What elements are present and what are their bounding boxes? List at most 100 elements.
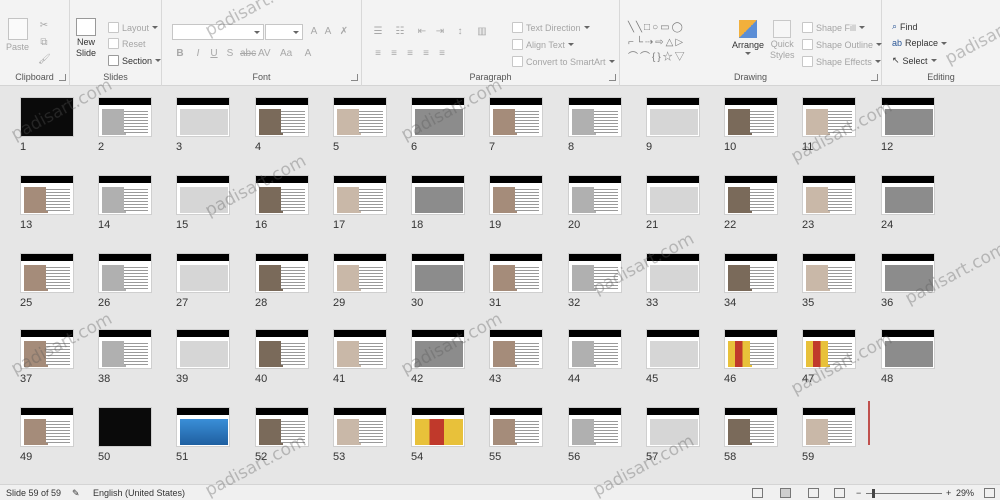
slide-thumbnail[interactable] xyxy=(176,253,230,293)
strikethrough-icon[interactable]: abc xyxy=(240,48,256,60)
shape-fill-button[interactable]: Shape Fill xyxy=(802,22,866,33)
slide-thumbnail[interactable] xyxy=(98,407,152,447)
drawing-launcher-icon[interactable] xyxy=(871,74,878,81)
slide-thumbnail[interactable] xyxy=(98,97,152,137)
text-direction-button[interactable]: Text Direction xyxy=(512,22,590,33)
zoom-out-icon[interactable]: − xyxy=(856,488,861,498)
slide-thumbnail[interactable] xyxy=(411,407,465,447)
clear-formatting-icon[interactable]: ✗ xyxy=(338,26,350,38)
font-size-combo[interactable] xyxy=(265,24,303,40)
italic-icon[interactable]: I xyxy=(192,48,204,60)
slide-thumbnail[interactable] xyxy=(802,97,856,137)
slide-thumbnail[interactable] xyxy=(176,97,230,137)
slide-thumbnail[interactable] xyxy=(255,253,309,293)
slide-thumbnail[interactable] xyxy=(255,175,309,215)
slide-thumbnail[interactable] xyxy=(568,329,622,369)
slide-thumbnail[interactable] xyxy=(98,329,152,369)
slide-thumbnail[interactable] xyxy=(489,253,543,293)
distributed-icon[interactable]: ≡ xyxy=(436,48,448,60)
align-text-button[interactable]: Align Text xyxy=(512,39,574,50)
bold-icon[interactable]: B xyxy=(174,48,186,60)
slide-thumbnail[interactable] xyxy=(333,175,387,215)
slide-thumbnail[interactable] xyxy=(568,97,622,137)
convert-smartart-button[interactable]: Convert to SmartArt xyxy=(512,56,615,67)
normal-view-icon[interactable] xyxy=(752,488,763,498)
increase-indent-icon[interactable]: ⇥ xyxy=(434,26,446,38)
shadow-icon[interactable]: S xyxy=(224,48,236,60)
reset-button[interactable]: Reset xyxy=(108,38,146,49)
slideshow-view-icon[interactable] xyxy=(834,488,845,498)
slide-thumbnail[interactable] xyxy=(646,175,700,215)
increase-font-icon[interactable]: A xyxy=(308,26,320,38)
slide-thumbnail[interactable] xyxy=(333,329,387,369)
align-right-icon[interactable]: ≡ xyxy=(404,48,416,60)
slide-thumbnail[interactable] xyxy=(881,97,935,137)
slide-thumbnail[interactable] xyxy=(20,407,74,447)
slide-thumbnail[interactable] xyxy=(646,329,700,369)
change-case-icon[interactable]: Aa xyxy=(280,48,292,60)
slide-thumbnail[interactable] xyxy=(98,175,152,215)
slide-thumbnail[interactable] xyxy=(255,97,309,137)
shapes-gallery[interactable]: ╲╲□○▭◯ ⌐└⇢⇨△▷ ⌒⌒{}☆▽ xyxy=(628,20,722,68)
slide-thumbnail[interactable] xyxy=(20,253,74,293)
slide-thumbnail[interactable] xyxy=(20,329,74,369)
slide-thumbnail[interactable] xyxy=(802,329,856,369)
slide-thumbnail[interactable] xyxy=(489,407,543,447)
shape-effects-button[interactable]: Shape Effects xyxy=(802,56,881,67)
slide-thumbnail[interactable] xyxy=(568,407,622,447)
slide-thumbnail[interactable] xyxy=(20,97,74,137)
paste-button[interactable]: Paste xyxy=(6,18,29,52)
slide-thumbnail[interactable] xyxy=(176,329,230,369)
columns-icon[interactable]: ▥ xyxy=(476,26,488,38)
language-status[interactable]: English (United States) xyxy=(93,488,185,498)
slide-thumbnail[interactable] xyxy=(802,253,856,293)
zoom-slider-thumb[interactable] xyxy=(872,489,875,498)
font-launcher-icon[interactable] xyxy=(351,74,358,81)
slide-thumbnail[interactable] xyxy=(255,407,309,447)
zoom-level[interactable]: 29% xyxy=(956,488,974,498)
slide-thumbnail[interactable] xyxy=(568,253,622,293)
reading-view-icon[interactable] xyxy=(808,488,819,498)
justify-icon[interactable]: ≡ xyxy=(420,48,432,60)
slide-thumbnail[interactable] xyxy=(881,329,935,369)
section-button[interactable]: Section xyxy=(108,55,162,66)
zoom-in-icon[interactable]: + xyxy=(946,488,951,498)
decrease-indent-icon[interactable]: ⇤ xyxy=(416,26,428,38)
fit-to-window-icon[interactable] xyxy=(984,488,995,498)
zoom-slider[interactable] xyxy=(866,493,942,494)
slide-thumbnail[interactable] xyxy=(333,407,387,447)
layout-button[interactable]: Layout xyxy=(108,22,159,33)
slide-thumbnail[interactable] xyxy=(724,175,778,215)
decrease-font-icon[interactable]: A xyxy=(322,26,334,38)
numbering-icon[interactable]: ☷ xyxy=(394,26,406,38)
slide-thumbnail[interactable] xyxy=(881,175,935,215)
slide-thumbnail[interactable] xyxy=(724,97,778,137)
slide-thumbnail[interactable] xyxy=(98,253,152,293)
bullets-icon[interactable]: ☰ xyxy=(372,26,384,38)
find-button[interactable]: ⌕ Find xyxy=(892,21,918,32)
slide-thumbnail[interactable] xyxy=(724,253,778,293)
align-left-icon[interactable]: ≡ xyxy=(372,48,384,60)
format-painter-icon[interactable]: 🖌 xyxy=(38,54,51,66)
font-name-combo[interactable] xyxy=(172,24,264,40)
slide-thumbnail[interactable] xyxy=(802,407,856,447)
font-color-icon[interactable]: A xyxy=(302,48,314,60)
slide-thumbnail[interactable] xyxy=(489,97,543,137)
slide-thumbnail[interactable] xyxy=(724,329,778,369)
slide-thumbnail[interactable] xyxy=(411,329,465,369)
align-center-icon[interactable]: ≡ xyxy=(388,48,400,60)
slide-thumbnail[interactable] xyxy=(881,253,935,293)
slide-thumbnail[interactable] xyxy=(724,407,778,447)
paragraph-launcher-icon[interactable] xyxy=(609,74,616,81)
slide-thumbnail[interactable] xyxy=(802,175,856,215)
slide-thumbnail[interactable] xyxy=(568,175,622,215)
clipboard-launcher-icon[interactable] xyxy=(59,74,66,81)
slide-thumbnail[interactable] xyxy=(411,253,465,293)
select-button[interactable]: ↖ Select xyxy=(892,55,937,66)
slide-thumbnail[interactable] xyxy=(646,407,700,447)
cut-icon[interactable]: ✂ xyxy=(38,20,50,32)
slide-thumbnail[interactable] xyxy=(176,407,230,447)
slide-thumbnail[interactable] xyxy=(489,175,543,215)
underline-icon[interactable]: U xyxy=(208,48,220,60)
line-spacing-icon[interactable]: ↕ xyxy=(454,26,466,38)
